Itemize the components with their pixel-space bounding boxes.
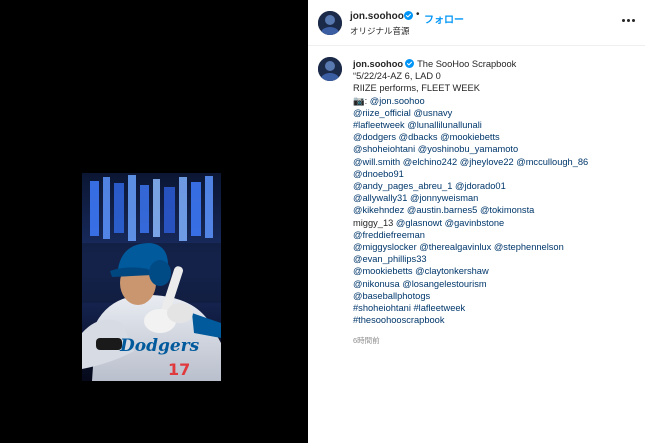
caption-body: jon.soohoo The SooHoo Scrapbook “5/22/24-… bbox=[353, 58, 638, 348]
hashtag-link[interactable]: #lafleetweek bbox=[414, 303, 466, 313]
caption-line: @allywally31 @jonnyweisman bbox=[353, 192, 638, 204]
mention-link[interactable]: @jonnyweisman bbox=[410, 193, 478, 203]
mention-link[interactable]: @freddiefreeman bbox=[353, 230, 425, 240]
mention-link[interactable]: @claytonkershaw bbox=[415, 266, 489, 276]
caption-line: @riize_official @usnavy bbox=[353, 107, 638, 119]
caption-text-segment: miggy_13 bbox=[353, 217, 396, 228]
caption-text-segment: RIIZE performs, FLEET WEEK bbox=[353, 83, 480, 94]
mention-link[interactable]: @dbacks bbox=[399, 132, 438, 142]
caption-line: @miggyslocker @therealgavinlux @stephenn… bbox=[353, 241, 638, 253]
mention-link[interactable]: @jheylove22 bbox=[460, 157, 514, 167]
post-photo[interactable]: Dodgers 17 bbox=[82, 173, 221, 381]
caption-line: RIIZE performs, FLEET WEEK bbox=[353, 82, 638, 94]
post-username[interactable]: jon.soohoo bbox=[350, 11, 404, 22]
verified-badge-icon bbox=[405, 59, 415, 68]
mention-link[interactable]: @miggyslocker bbox=[353, 242, 417, 252]
separator-dot: • bbox=[416, 9, 420, 20]
caption-line: @dodgers @dbacks @mookiebetts bbox=[353, 131, 638, 143]
post-timestamp[interactable]: 6時間前 bbox=[353, 335, 638, 347]
mention-link[interactable]: @usnavy bbox=[413, 108, 452, 118]
avatar[interactable] bbox=[318, 11, 342, 35]
mention-link[interactable]: @allywally31 bbox=[353, 193, 407, 203]
caption-line: #thesoohooscrapbook bbox=[353, 314, 638, 326]
mention-link[interactable]: @therealgavinlux bbox=[419, 242, 491, 252]
follow-button[interactable]: フォロー bbox=[424, 11, 464, 26]
caption-title: The SooHoo Scrapbook bbox=[417, 59, 517, 69]
mention-link[interactable]: @austin.barnes5 bbox=[407, 205, 477, 215]
mention-link[interactable]: @dodgers bbox=[353, 132, 396, 142]
mention-link[interactable]: @yoshinobu_yamamoto bbox=[418, 144, 518, 154]
mention-link[interactable]: @lunallilunallunali bbox=[407, 120, 482, 130]
mention-link[interactable]: @dnoebo91 bbox=[353, 169, 404, 179]
caption-line: “5/22/24-AZ 6, LAD 0 bbox=[353, 70, 638, 82]
mention-link[interactable]: @riize_official bbox=[353, 108, 411, 118]
mention-link[interactable]: @elchino242 bbox=[403, 157, 457, 167]
caption-line: miggy_13 @glasnowt @gavinbstone bbox=[353, 217, 638, 229]
mention-link[interactable]: @losangelestourism bbox=[402, 279, 486, 289]
mention-link[interactable]: @mookiebetts bbox=[353, 266, 413, 276]
mention-link[interactable]: @nikonusa bbox=[353, 279, 400, 289]
caption-line: @shoheiohtani @yoshinobu_yamamoto bbox=[353, 143, 638, 155]
mention-link[interactable]: @tokimonsta bbox=[480, 205, 534, 215]
caption-line: @will.smith @elchino242 @jheylove22 @mcc… bbox=[353, 156, 638, 168]
caption-avatar[interactable] bbox=[318, 57, 342, 81]
mention-link[interactable]: @stephennelson bbox=[494, 242, 564, 252]
mention-link[interactable]: @kikehndez bbox=[353, 205, 404, 215]
mention-link[interactable]: @baseballphotogs bbox=[353, 291, 430, 301]
caption-line: @evan_phillips33 bbox=[353, 253, 638, 265]
verified-badge-icon bbox=[404, 11, 413, 20]
jersey-text: Dodgers bbox=[119, 336, 200, 356]
mention-link[interactable]: @jdorado01 bbox=[455, 181, 506, 191]
caption-line: #shoheiohtani #lafleetweek bbox=[353, 302, 638, 314]
mention-link[interactable]: @mccullough_86 bbox=[516, 157, 588, 167]
post-header: jon.soohoo • フォロー オリジナル音源 bbox=[308, 0, 645, 46]
hashtag-link[interactable]: #shoheiohtani bbox=[353, 303, 411, 313]
post-sidebar: jon.soohoo • フォロー オリジナル音源 jon.soohoo The … bbox=[308, 0, 645, 443]
caption-line: #lafleetweek @lunallilunallunali bbox=[353, 119, 638, 131]
caption-header: jon.soohoo The SooHoo Scrapbook bbox=[353, 58, 638, 70]
caption-line: @kikehndez @austin.barnes5 @tokimonsta bbox=[353, 204, 638, 216]
mention-link[interactable]: @shoheiohtani bbox=[353, 144, 415, 154]
mention-link[interactable]: @jon.soohoo bbox=[370, 96, 425, 106]
jersey-number: 17 bbox=[168, 360, 190, 379]
more-options-icon[interactable] bbox=[622, 18, 636, 24]
caption-line: @freddiefreeman bbox=[353, 229, 638, 241]
caption-line: @andy_pages_abreu_1 @jdorado01 bbox=[353, 180, 638, 192]
mention-link[interactable]: @glasnowt bbox=[396, 218, 442, 228]
caption-text: “5/22/24-AZ 6, LAD 0 RIIZE performs, FLEE… bbox=[353, 70, 638, 326]
hashtag-link[interactable]: #thesoohooscrapbook bbox=[353, 315, 445, 325]
mention-link[interactable]: @andy_pages_abreu_1 bbox=[353, 181, 452, 191]
mention-link[interactable]: @evan_phillips33 bbox=[353, 254, 427, 264]
hashtag-link[interactable]: #lafleetweek bbox=[353, 120, 405, 130]
caption-text-segment: “5/22/24-AZ 6, LAD 0 bbox=[353, 71, 441, 82]
caption-text-segment: 📷: bbox=[353, 95, 370, 106]
caption-line: @baseballphotogs bbox=[353, 290, 638, 302]
post-photo-art: Dodgers 17 bbox=[82, 173, 221, 381]
caption-line: @dnoebo91 bbox=[353, 168, 638, 180]
media-pane: Dodgers 17 bbox=[0, 0, 308, 443]
mention-link[interactable]: @will.smith bbox=[353, 157, 400, 167]
caption-line: 📷: @jon.soohoo bbox=[353, 95, 638, 107]
mention-link[interactable]: @mookiebetts bbox=[440, 132, 500, 142]
caption-username[interactable]: jon.soohoo bbox=[353, 59, 403, 69]
audio-label[interactable]: オリジナル音源 bbox=[350, 25, 410, 37]
mention-link[interactable]: @gavinbstone bbox=[445, 218, 505, 228]
caption-line: @nikonusa @losangelestourism bbox=[353, 278, 638, 290]
caption-line: @mookiebetts @claytonkershaw bbox=[353, 265, 638, 277]
